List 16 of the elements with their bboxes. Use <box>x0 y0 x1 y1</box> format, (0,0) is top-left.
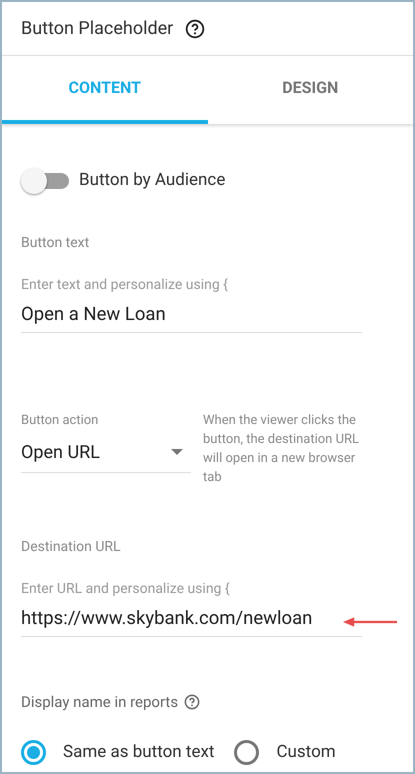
input-field[interactable]: Enter text and personalize using { Open a New Loan <box>21 276 362 333</box>
help-text: When the viewer clicks the button, the destination URL will open in a new browser tab <box>203 412 360 487</box>
field-label: Button text <box>21 234 90 253</box>
caret-icon <box>171 449 183 455</box>
tab[interactable]: DESIGN <box>208 56 413 124</box>
field-label: Button action <box>21 412 100 430</box>
field-label: Destination URL <box>21 538 122 557</box>
help-icon[interactable] <box>185 18 206 38</box>
toggle-label: Button by Audience <box>79 169 226 192</box>
toggle-switch[interactable] <box>21 167 71 195</box>
radio-option[interactable]: Same as button text <box>21 740 214 765</box>
dropdown[interactable]: Open URL <box>21 438 191 472</box>
radio-option[interactable]: Custom <box>234 740 336 765</box>
panel-title: Button Placeholder <box>21 17 174 41</box>
arrow-annotation <box>343 617 397 627</box>
section-label: Display name in reports <box>21 692 178 713</box>
